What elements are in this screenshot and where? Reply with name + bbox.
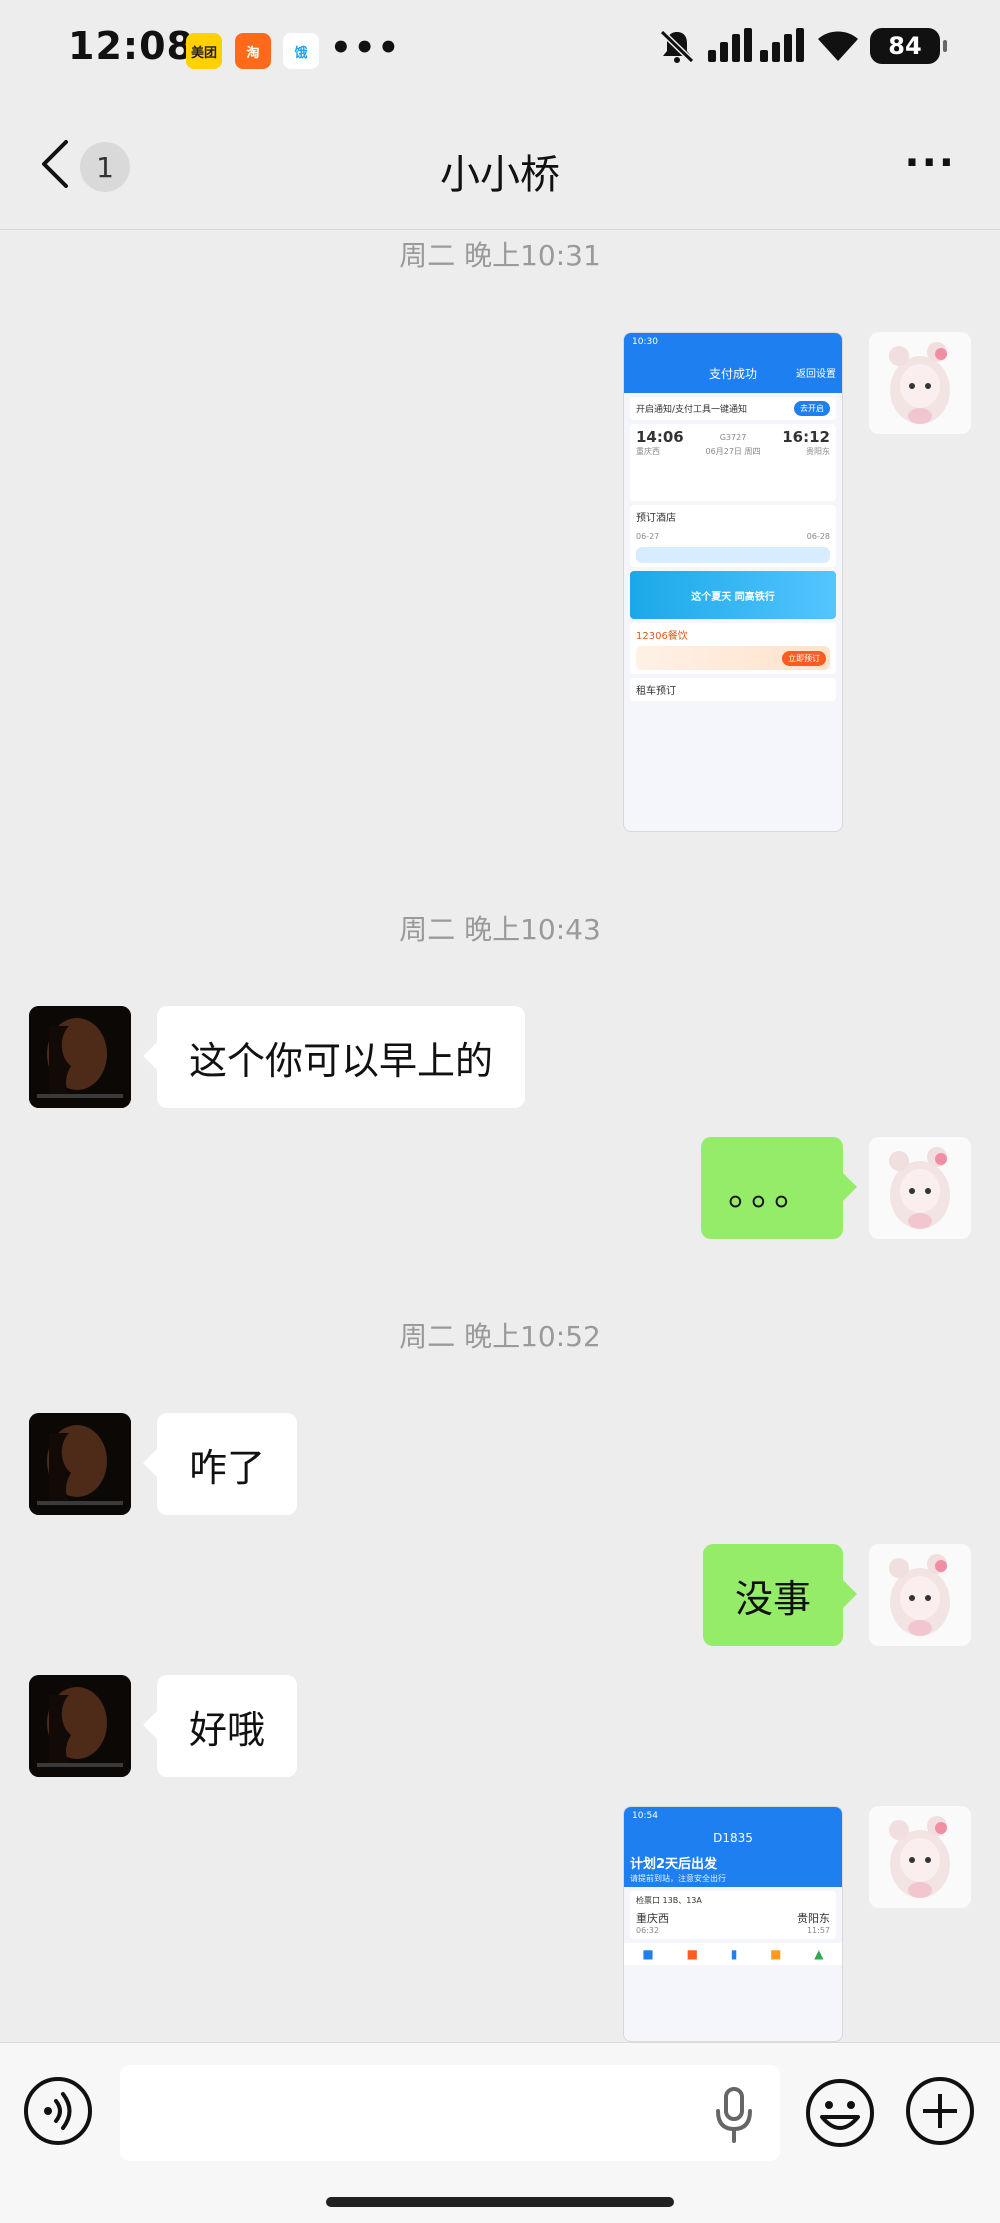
mute-icon bbox=[659, 29, 695, 64]
microphone-icon[interactable] bbox=[712, 2087, 756, 2143]
chat-title: 小小桥 bbox=[440, 152, 560, 198]
arrival-time: 16:12 bbox=[782, 428, 830, 446]
home-indicator bbox=[326, 2197, 674, 2207]
image-message-ticket[interactable]: 10:54 D1835 计划2天后出发 请提前到站，注意安全出行 检票口 13B… bbox=[623, 1806, 843, 2042]
food-bar: 立即预订 bbox=[636, 646, 830, 670]
ticket-status-time: 10:30 bbox=[632, 337, 658, 347]
timestamp: 周二 晚上10:31 bbox=[399, 239, 601, 272]
ticket2-arr-station: 贵阳东 bbox=[797, 1912, 830, 1925]
signal-icon bbox=[708, 28, 804, 62]
ticket-notice: 开启通知/支付工具一键通知 去开启 bbox=[630, 397, 836, 420]
arrival-station: 贵阳东 bbox=[806, 447, 830, 456]
ticket2-headline: 计划2天后出发 bbox=[630, 1857, 718, 1872]
my-avatar[interactable] bbox=[869, 1137, 971, 1239]
ticket-right: 返回设置 bbox=[796, 369, 836, 380]
meituan-app-icon: 美团 bbox=[186, 33, 222, 69]
battery-icon: 84 bbox=[870, 28, 947, 64]
timestamp: 周二 晚上10:43 bbox=[399, 913, 601, 946]
message-bubble[interactable]: 。。。 bbox=[701, 1137, 857, 1239]
notice-button: 去开启 bbox=[794, 401, 830, 416]
status-right: 84 bbox=[658, 28, 947, 64]
train-number: G3727 bbox=[719, 432, 747, 442]
doll-avatar-icon bbox=[869, 332, 971, 434]
voice-toggle-button[interactable] bbox=[24, 2077, 92, 2145]
status-time: 12:08 bbox=[68, 24, 194, 68]
ticket2-dep-time: 06:32 bbox=[636, 1926, 660, 1935]
contact-avatar[interactable] bbox=[29, 1413, 131, 1515]
more-options-button[interactable]: ··· bbox=[904, 140, 956, 186]
ticket2-header: 10:54 D1835 计划2天后出发 请提前到站，注意安全出行 bbox=[624, 1807, 842, 1887]
silhouette-avatar-icon bbox=[29, 1006, 131, 1108]
image-message-ticket[interactable]: 10:30 支付成功 返回设置 开启通知/支付工具一键通知 去开启 14:06 … bbox=[623, 332, 843, 832]
car-card: 租车预订 bbox=[630, 678, 836, 701]
message-input[interactable] bbox=[120, 2065, 780, 2161]
food-card: 12306餐饮 立即预订 bbox=[630, 623, 836, 674]
input-bar bbox=[0, 2042, 1000, 2223]
doll-avatar-icon bbox=[869, 1544, 971, 1646]
hotel-date-from: 06-27 bbox=[636, 532, 660, 541]
silhouette-avatar-icon bbox=[29, 1675, 131, 1777]
hotel-card: 预订酒店 06-27 06-28 bbox=[630, 505, 836, 567]
ticket2-status-time: 10:54 bbox=[632, 1811, 658, 1821]
ticket2-train: D1835 bbox=[713, 1831, 753, 1845]
ticket-journey: 14:06 G3727 16:12 重庆西 06月27日 周四 贵阳东 bbox=[630, 424, 836, 501]
departure-station: 重庆西 bbox=[636, 447, 660, 456]
status-bar: 12:08 美团 淘 饿 ••• 84 bbox=[0, 0, 1000, 100]
silhouette-avatar-icon bbox=[29, 1413, 131, 1515]
wifi-icon bbox=[818, 31, 858, 61]
message-bubble[interactable]: 这个你可以早上的 bbox=[142, 1006, 526, 1108]
journey-date: 06月27日 周四 bbox=[705, 447, 761, 456]
more-functions-button[interactable] bbox=[906, 2077, 974, 2145]
ticket-header: 10:30 支付成功 返回设置 bbox=[624, 333, 842, 393]
timestamp: 周二 晚上10:52 bbox=[399, 1320, 601, 1353]
ticket2-icon-row: ■ ■ ▮ ■ ▲ bbox=[624, 1943, 842, 1965]
promo-banner: 这个夏天 同高铁行 bbox=[630, 571, 836, 619]
message-bubble[interactable]: 咋了 bbox=[142, 1413, 298, 1515]
taobao-app-icon: 淘 bbox=[235, 33, 271, 69]
ticket2-sub: 请提前到站，注意安全出行 bbox=[630, 1874, 726, 1883]
food-button: 立即预订 bbox=[782, 650, 826, 666]
notice-text: 开启通知/支付工具一键通知 bbox=[636, 405, 748, 415]
eleme-app-icon: 饿 bbox=[283, 33, 319, 69]
my-avatar[interactable] bbox=[869, 332, 971, 434]
ticket2-gate: 检票口 13B、13A bbox=[636, 1896, 702, 1905]
ticket2-dep-station: 重庆西 bbox=[636, 1912, 669, 1925]
departure-time: 14:06 bbox=[636, 428, 684, 446]
car-label: 租车预订 bbox=[636, 686, 676, 697]
chat-header: 1 小小桥 ··· bbox=[0, 100, 1000, 230]
message-bubble[interactable]: 好哦 bbox=[142, 1675, 298, 1777]
emoji-icon[interactable] bbox=[804, 2077, 876, 2149]
ticket2-card: 检票口 13B、13A 重庆西 贵阳东 06:32 11:57 bbox=[630, 1891, 836, 1939]
contact-avatar[interactable] bbox=[29, 1675, 131, 1777]
doll-avatar-icon bbox=[869, 1137, 971, 1239]
doll-avatar-icon bbox=[869, 1806, 971, 1908]
status-overflow-icon: ••• bbox=[330, 28, 402, 68]
my-avatar[interactable] bbox=[869, 1806, 971, 1908]
message-bubble[interactable]: 没事 bbox=[702, 1544, 858, 1646]
my-avatar[interactable] bbox=[869, 1544, 971, 1646]
voice-icon bbox=[44, 2092, 72, 2130]
ticket2-arr-time: 11:57 bbox=[806, 1926, 830, 1935]
hotel-date-to: 06-28 bbox=[806, 532, 830, 541]
contact-avatar[interactable] bbox=[29, 1006, 131, 1108]
hotel-label: 预订酒店 bbox=[636, 513, 676, 524]
food-label: 12306餐饮 bbox=[636, 631, 688, 642]
